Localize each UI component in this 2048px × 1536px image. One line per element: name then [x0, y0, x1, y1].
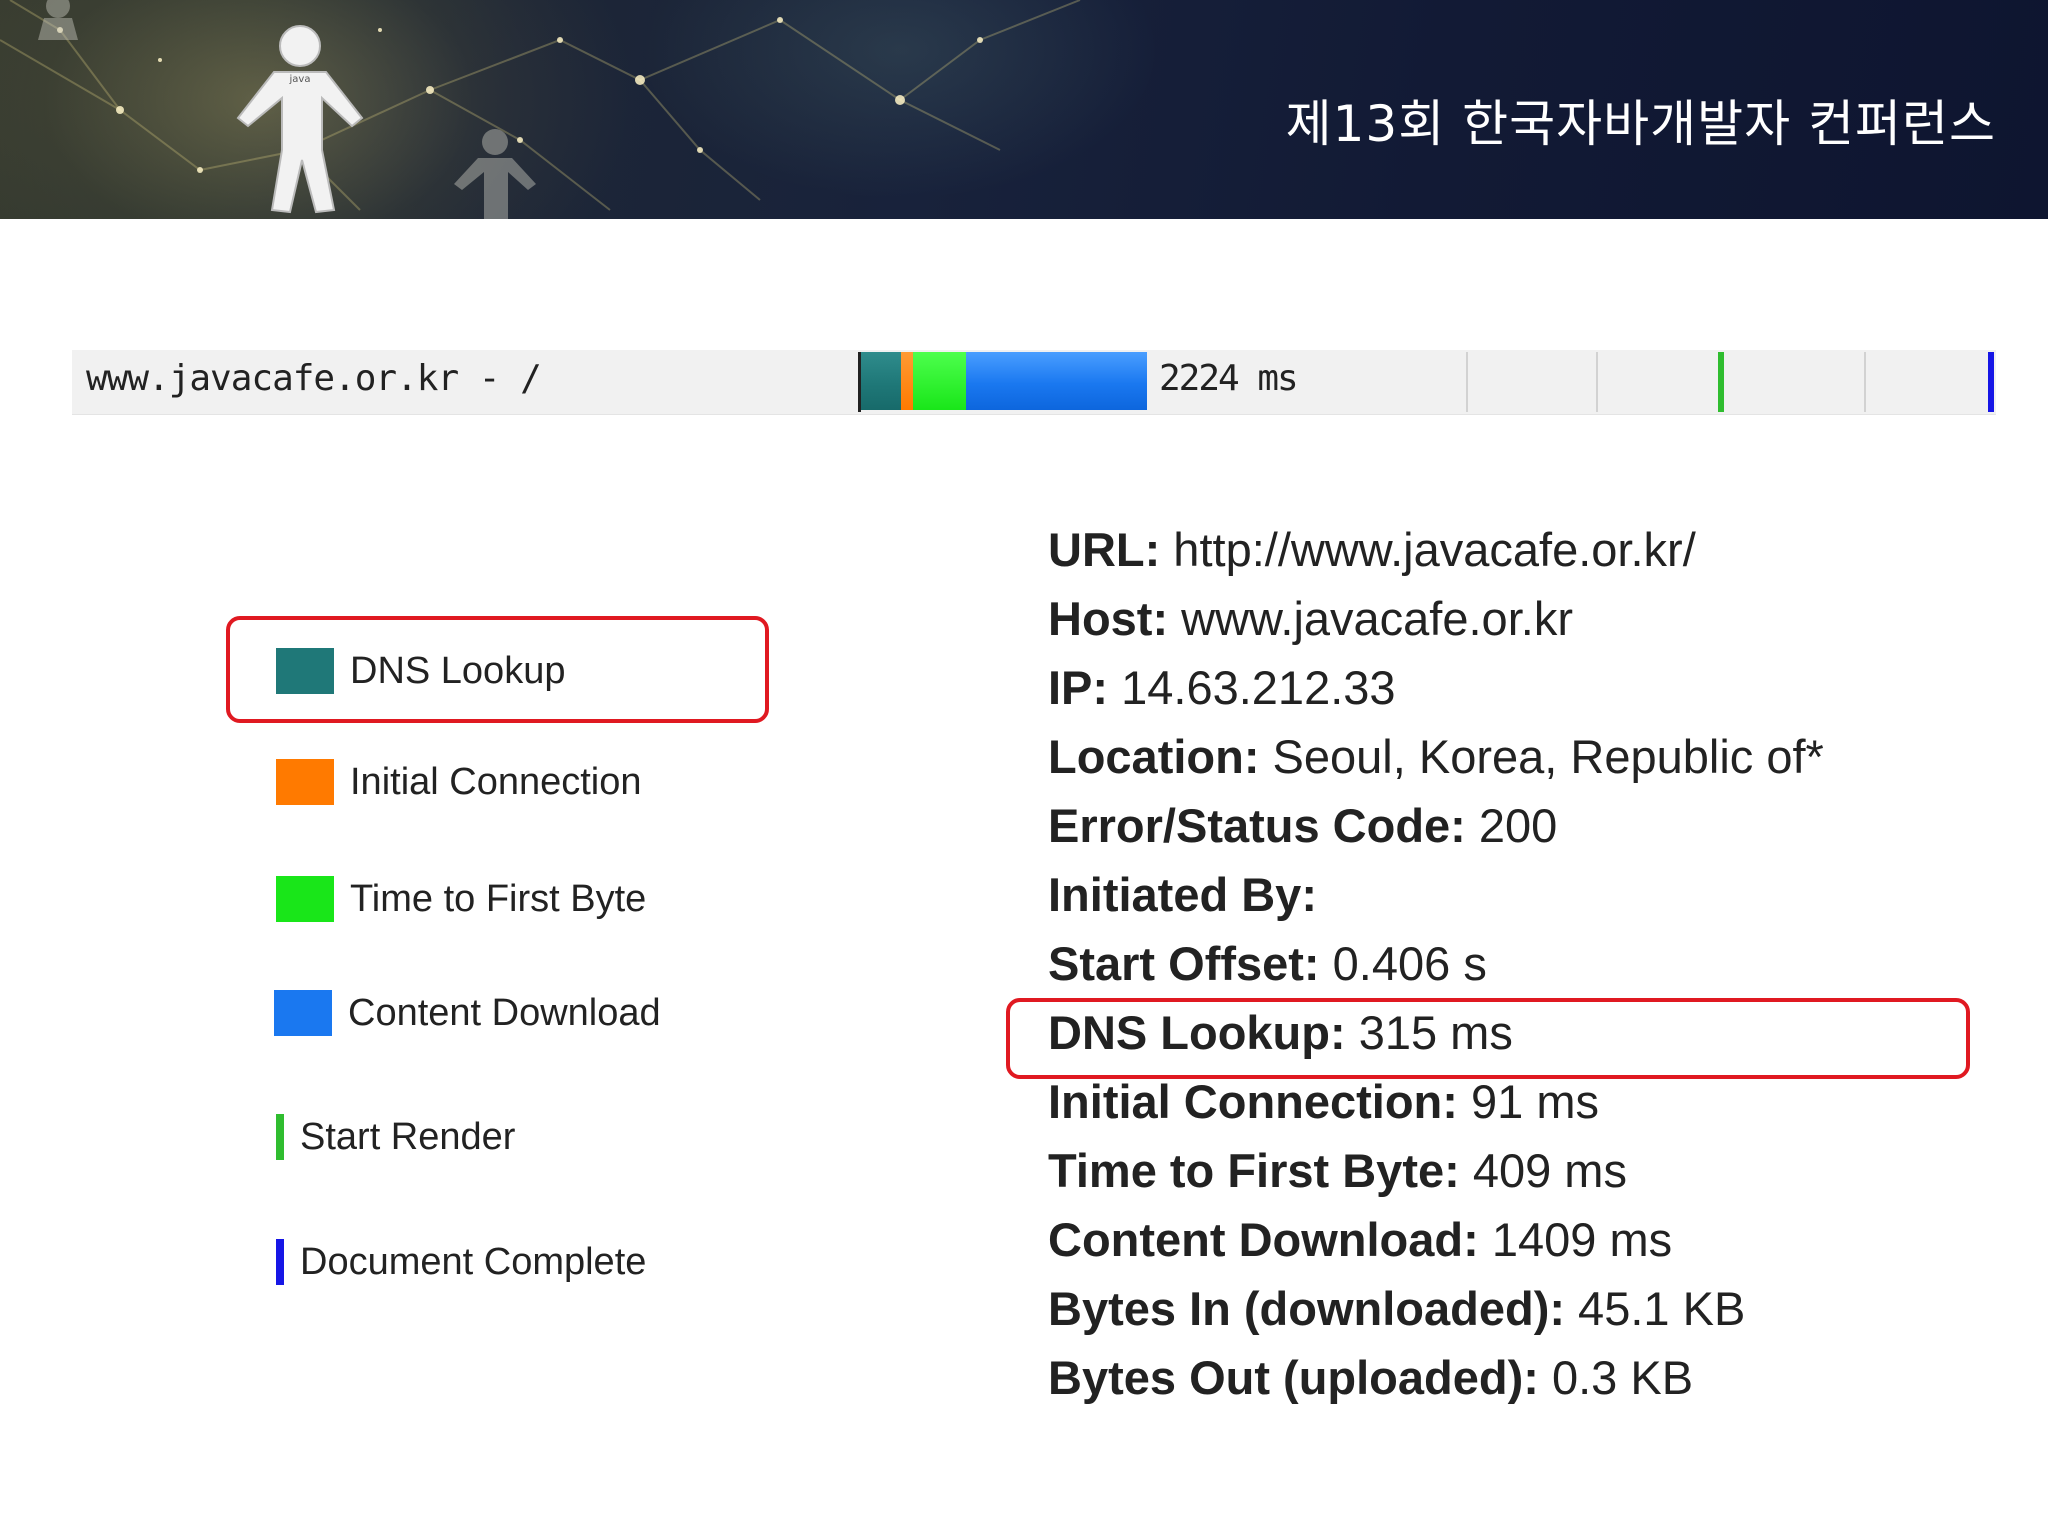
detail-value: 409 ms — [1459, 1144, 1627, 1197]
detail-key: Initiated By: — [1048, 868, 1317, 921]
detail-host: Host: www.javacafe.or.kr — [1048, 591, 1824, 660]
detail-value: 14.63.212.33 — [1108, 661, 1396, 714]
detail-location: Location: Seoul, Korea, Republic of* — [1048, 729, 1824, 798]
initial-connection-segment — [901, 352, 913, 410]
legend-item-content-download: Content Download — [274, 983, 661, 1043]
request-details: URL: http://www.javacafe.or.kr/ Host: ww… — [1048, 522, 1824, 1419]
detail-value: 0.406 s — [1319, 937, 1487, 990]
detail-ip: IP: 14.63.212.33 — [1048, 660, 1824, 729]
detail-value: 315 ms — [1345, 1006, 1513, 1059]
detail-time-to-first-byte: Time to First Byte: 409 ms — [1048, 1143, 1824, 1212]
detail-key: Host: — [1048, 592, 1169, 645]
detail-initiated-by: Initiated By: — [1048, 867, 1824, 936]
timeline-gridline — [1596, 352, 1598, 412]
legend-label: DNS Lookup — [350, 649, 566, 692]
detail-key: URL: — [1048, 523, 1161, 576]
legend-label: Document Complete — [300, 1240, 647, 1283]
time-to-first-byte-segment — [913, 352, 966, 410]
legend-label: Content Download — [348, 991, 661, 1034]
legend-item-dns-lookup: DNS Lookup — [276, 641, 565, 701]
detail-key: Time to First Byte: — [1048, 1144, 1460, 1197]
legend-item-time-to-first-byte: Time to First Byte — [276, 869, 646, 929]
legend-label: Start Render — [300, 1115, 516, 1158]
content-download-segment — [966, 352, 1147, 410]
legend-item-initial-connection: Initial Connection — [276, 752, 642, 812]
legend-label: Initial Connection — [350, 760, 642, 803]
document-complete-line-swatch — [276, 1239, 284, 1285]
total-time-label: 2224 ms — [1159, 358, 1299, 399]
detail-key: Location: — [1048, 730, 1260, 783]
detail-value: Seoul, Korea, Republic of* — [1259, 730, 1824, 783]
legend-item-document-complete: Document Complete — [276, 1232, 646, 1292]
detail-value: 1409 ms — [1478, 1213, 1673, 1266]
document-complete-marker — [1988, 352, 1994, 412]
start-render-line-swatch — [276, 1114, 284, 1160]
detail-dns-lookup: DNS Lookup: 315 ms — [1048, 1005, 1824, 1074]
waterfall-timeline: 2224 ms — [858, 350, 1996, 414]
legend-item-start-render: Start Render — [276, 1107, 515, 1167]
detail-value: 45.1 KB — [1565, 1282, 1746, 1335]
detail-status-code: Error/Status Code: 200 — [1048, 798, 1824, 867]
dns-lookup-segment — [861, 352, 901, 410]
detail-value: 0.3 KB — [1538, 1351, 1694, 1404]
detail-key: Bytes In (downloaded): — [1048, 1282, 1565, 1335]
detail-key: Bytes Out (uploaded): — [1048, 1351, 1539, 1404]
detail-value: www.javacafe.or.kr — [1168, 592, 1573, 645]
detail-key: Initial Connection: — [1048, 1075, 1458, 1128]
detail-key: IP: — [1048, 661, 1109, 714]
start-render-marker — [1718, 352, 1724, 412]
detail-value: 91 ms — [1457, 1075, 1599, 1128]
detail-initial-connection: Initial Connection: 91 ms — [1048, 1074, 1824, 1143]
detail-key: DNS Lookup: — [1048, 1006, 1346, 1059]
detail-key: Content Download: — [1048, 1213, 1479, 1266]
detail-key: Error/Status Code: — [1048, 799, 1466, 852]
dns-lookup-swatch — [276, 648, 334, 694]
detail-bytes-in: Bytes In (downloaded): 45.1 KB — [1048, 1281, 1824, 1350]
detail-value: http://www.javacafe.or.kr/ — [1160, 523, 1696, 576]
detail-key: Start Offset: — [1048, 937, 1320, 990]
legend-label: Time to First Byte — [350, 877, 647, 920]
detail-bytes-out: Bytes Out (uploaded): 0.3 KB — [1048, 1350, 1824, 1419]
timeline-gridline — [1466, 352, 1468, 412]
detail-start-offset: Start Offset: 0.406 s — [1048, 936, 1824, 1005]
initial-connection-swatch — [276, 759, 334, 805]
detail-url: URL: http://www.javacafe.or.kr/ — [1048, 522, 1824, 591]
legend: DNS Lookup Initial Connection Time to Fi… — [274, 0, 776, 1536]
time-to-first-byte-swatch — [276, 876, 334, 922]
timeline-gridline — [1864, 352, 1866, 412]
detail-value: 200 — [1465, 799, 1558, 852]
content-download-swatch — [274, 990, 332, 1036]
detail-content-download: Content Download: 1409 ms — [1048, 1212, 1824, 1281]
conference-title: 제13회 한국자바개발자 컨퍼런스 — [1285, 95, 1996, 153]
